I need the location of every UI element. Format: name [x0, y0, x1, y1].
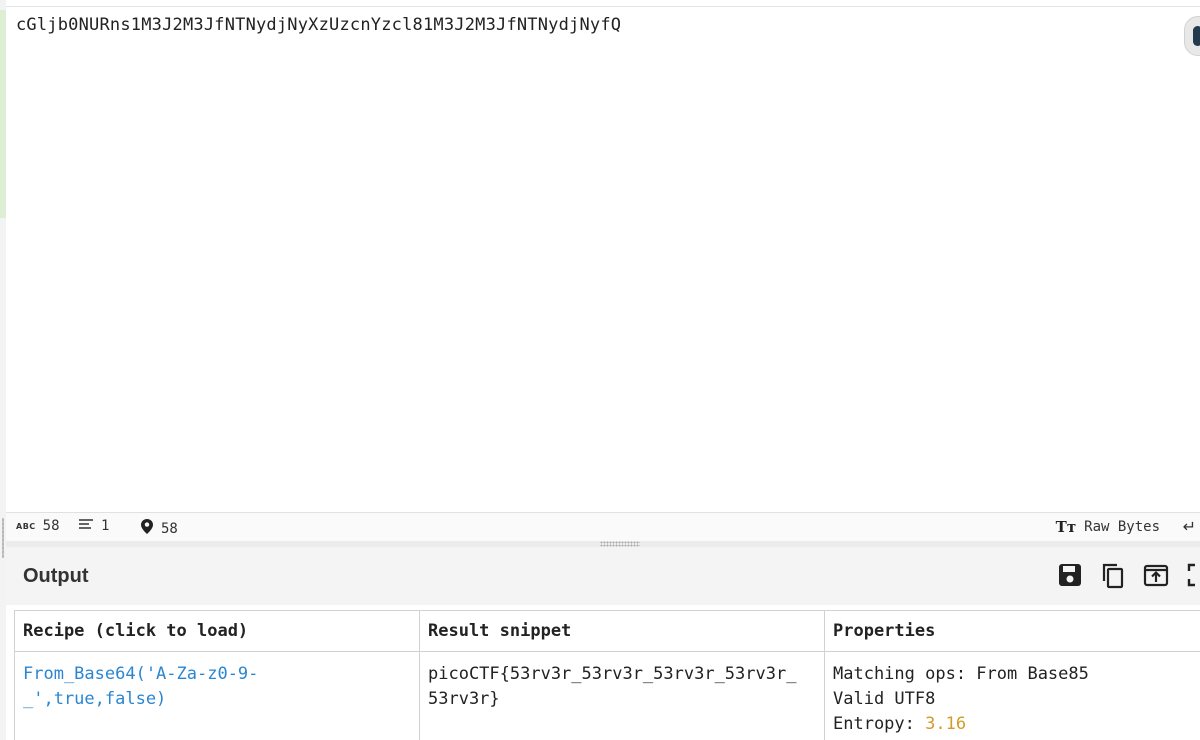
recipe-line: _',true,false): [23, 689, 167, 709]
entropy-label: Entropy:: [833, 714, 915, 734]
scroll-knob[interactable]: [1184, 16, 1200, 56]
copy-icon: [1102, 563, 1124, 589]
copy-button[interactable]: [1099, 561, 1127, 589]
position-stat: 58: [140, 518, 178, 539]
snippet-cell: picoCTF{53rv3r_53rv3r_53rv3r_53rv3r_ 53r…: [419, 651, 825, 740]
table-row: From_Base64('A-Za-z0-9- _',true,false) p…: [14, 651, 1200, 740]
raw-bytes-toggle[interactable]: Tт Raw Bytes: [1056, 518, 1160, 536]
input-text: cGljb0NURns1M3J2M3JfNTNydjNyXzUzcnYzcl81…: [16, 15, 622, 35]
maximise-icon: [1187, 563, 1195, 587]
valid-utf8: Valid UTF8: [833, 689, 936, 709]
properties-cell: Matching ops: From Base85 Valid UTF8 Ent…: [824, 651, 1200, 740]
abc-icon: ABC: [16, 521, 36, 531]
return-icon[interactable]: ↵: [1183, 517, 1196, 536]
text-tt-icon: Tт: [1055, 518, 1077, 536]
matching-ops: Matching ops: From Base85: [833, 664, 1089, 684]
output-header: Output: [6, 547, 1200, 606]
results-table: Recipe (click to load) Result snippet Pr…: [14, 610, 1200, 740]
lines-value: 1: [101, 518, 110, 534]
lines-icon: [78, 518, 94, 534]
table-header-row: Recipe (click to load) Result snippet Pr…: [14, 610, 1200, 652]
recipe-link[interactable]: From_Base64('A-Za-z0-9- _',true,false): [23, 662, 413, 712]
snippet-line: 53rv3r}: [428, 689, 500, 709]
lines-stat: 1: [78, 518, 109, 534]
cyberchef-window: cGljb0NURns1M3J2M3JfNTNydjNyXzUzcnYzcl81…: [0, 0, 1200, 740]
entropy-value: 3.16: [925, 714, 967, 734]
length-stat: ABC 58: [16, 518, 60, 534]
snippet-column-header: Result snippet: [419, 610, 825, 652]
properties-column-header: Properties: [824, 610, 1200, 652]
replace-input-icon: [1143, 564, 1169, 587]
recipe-column-header: Recipe (click to load): [14, 610, 420, 652]
input-textarea[interactable]: cGljb0NURns1M3J2M3JfNTNydjNyXzUzcnYzcl81…: [6, 6, 1200, 513]
length-value: 58: [42, 518, 60, 534]
pane-resize-grip[interactable]: [2, 518, 4, 558]
location-pin-icon: [140, 518, 154, 539]
output-title: Output: [23, 565, 89, 587]
magic-results: Recipe (click to load) Result snippet Pr…: [6, 605, 1200, 740]
replace-input-button[interactable]: [1142, 561, 1170, 589]
position-value: 58: [161, 520, 178, 537]
entropy: Entropy: 3.16: [833, 712, 1200, 737]
recipe-cell: From_Base64('A-Za-z0-9- _',true,false): [14, 651, 420, 740]
input-status-bar: ABC 58 1 58 Tт Raw Bytes ↵: [6, 512, 1200, 542]
save-icon: [1059, 564, 1081, 586]
snippet-line: picoCTF{53rv3r_53rv3r_53rv3r_53rv3r_: [428, 664, 797, 684]
save-button[interactable]: [1056, 561, 1084, 589]
maximise-button[interactable]: [1186, 561, 1200, 589]
raw-bytes-label: Raw Bytes: [1084, 519, 1160, 535]
recipe-line: From_Base64('A-Za-z0-9-: [23, 664, 259, 684]
